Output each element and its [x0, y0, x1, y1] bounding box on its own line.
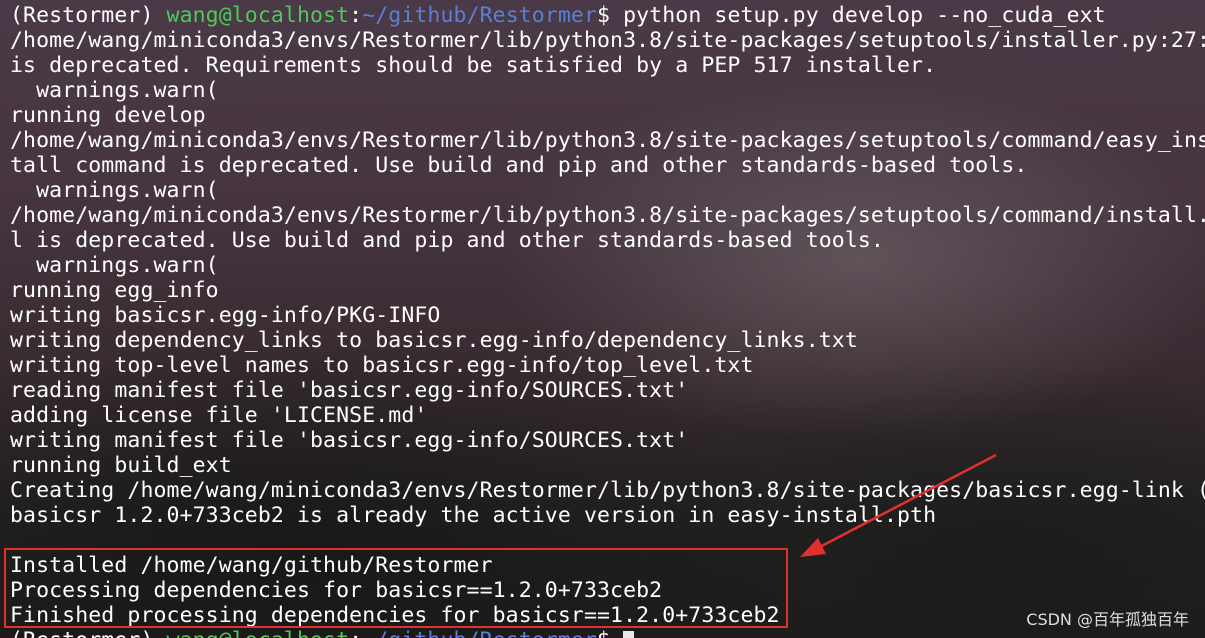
terminal-output: (Restormer) wang@localhost:~/github/Rest…: [10, 3, 1205, 638]
user-host: wang@localhost: [166, 3, 350, 28]
output-line: is deprecated. Requirements should be sa…: [10, 53, 937, 78]
output-line: writing top-level names to basicsr.egg-i…: [10, 353, 754, 378]
prompt-colon: :: [349, 628, 362, 638]
output-line: tall command is deprecated. Use build an…: [10, 153, 1028, 178]
output-line: l is deprecated. Use build and pip and o…: [10, 228, 884, 253]
conda-env: (Restormer): [10, 3, 167, 28]
output-line: basicsr 1.2.0+733ceb2 is already the act…: [10, 503, 937, 528]
output-line: writing basicsr.egg-info/PKG-INFO: [10, 303, 441, 328]
user-host: wang@localhost: [167, 628, 350, 638]
current-path: ~/github/Restormer: [362, 3, 597, 28]
output-line: adding license file 'LICENSE.md': [10, 403, 428, 428]
terminal-window[interactable]: (Restormer) wang@localhost:~/github/Rest…: [0, 0, 1205, 638]
prompt-symbol: $: [597, 3, 624, 28]
current-path: ~/github/Restormer: [362, 628, 597, 638]
command-text: python setup.py develop --no_cuda_ext: [623, 3, 1106, 28]
installed-line: Installed /home/wang/github/Restormer: [10, 553, 493, 578]
conda-env: (Restormer): [10, 628, 167, 638]
text-cursor: [623, 631, 635, 638]
output-line: /home/wang/miniconda3/envs/Restormer/lib…: [10, 203, 1205, 228]
output-line: warnings.warn(: [10, 78, 219, 103]
output-line: running develop: [10, 103, 206, 128]
prompt-symbol: $: [597, 628, 623, 638]
output-line: running build_ext: [10, 453, 232, 478]
output-line: reading manifest file 'basicsr.egg-info/…: [10, 378, 689, 403]
prompt-colon: :: [349, 3, 363, 28]
watermark: CSDN @百年孤独百年: [1026, 610, 1189, 629]
output-line: running egg_info: [10, 278, 219, 303]
output-line: Creating /home/wang/miniconda3/envs/Rest…: [10, 478, 1205, 503]
output-line: /home/wang/miniconda3/envs/Restormer/lib…: [10, 28, 1205, 53]
output-line: writing dependency_links to basicsr.egg-…: [10, 328, 858, 353]
prompt-line-top: (Restormer) wang@localhost:~/github/Rest…: [10, 3, 1205, 28]
output-line: warnings.warn(: [10, 178, 219, 203]
processing-line: Processing dependencies for basicsr==1.2…: [10, 578, 663, 603]
output-line: warnings.warn(: [10, 253, 219, 278]
output-line: /home/wang/miniconda3/envs/Restormer/lib…: [10, 128, 1205, 153]
output-line: writing manifest file 'basicsr.egg-info/…: [10, 428, 689, 453]
